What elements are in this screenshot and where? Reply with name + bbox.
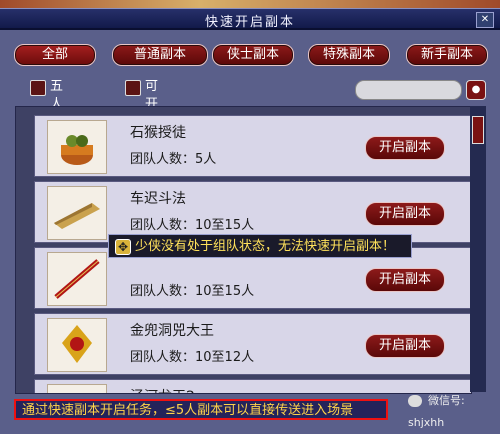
decorative-top-strip: [0, 0, 500, 8]
list-item: 泾河龙王2: [34, 379, 471, 393]
tab-normal[interactable]: 普通副本: [112, 44, 208, 66]
open-dungeon-button[interactable]: 开启副本: [365, 202, 445, 226]
dungeon-name: 泾河龙王2: [130, 386, 195, 393]
tab-special[interactable]: 特殊副本: [308, 44, 390, 66]
dungeon-tabs: 全部 普通副本 侠士副本 特殊副本 新手副本: [0, 44, 500, 68]
footer-hint: 通过快速副本开启任务，≤5人副本可以直接传送进入场景: [14, 399, 388, 420]
open-dungeon-button[interactable]: 开启副本: [365, 268, 445, 292]
window-titlebar: 快速开启副本 ✕: [0, 8, 500, 30]
watermark: 微信号: shjxhh: [408, 390, 496, 429]
list-item: 金兜洞兕大王 团队人数：10至12人 开启副本: [34, 313, 471, 375]
list-item: 石猴授徒 团队人数：5人 开启副本: [34, 115, 471, 177]
openable-checkbox[interactable]: [125, 80, 141, 96]
list-scrollbar[interactable]: [470, 106, 486, 392]
box-icon: [47, 384, 107, 393]
dungeon-name: 石猴授徒: [130, 125, 186, 141]
search-icon[interactable]: ●: [466, 80, 486, 100]
tab-hero[interactable]: 侠士副本: [212, 44, 294, 66]
tab-newbie[interactable]: 新手副本: [406, 44, 488, 66]
scrollbar-thumb[interactable]: [472, 116, 484, 144]
staff-icon: [47, 252, 107, 306]
team-size: 团队人数：10至12人: [130, 350, 255, 365]
wechat-icon: [408, 395, 422, 407]
window-title: 快速开启副本: [204, 15, 295, 30]
scroll-icon: [47, 186, 107, 240]
team-size: 团队人数：5人: [130, 152, 217, 167]
team-size: 团队人数：10至15人: [130, 218, 255, 233]
move-icon: ✥: [115, 239, 131, 255]
close-icon[interactable]: ✕: [476, 12, 494, 28]
amulet-icon: [47, 318, 107, 372]
open-dungeon-button[interactable]: 开启副本: [365, 136, 445, 160]
basket-icon: [47, 120, 107, 174]
tooltip-text: 少侠没有处于组队状态，无法快速开启副本！: [135, 239, 396, 254]
status-tooltip: ✥ 少侠没有处于组队状态，无法快速开启副本！: [108, 234, 412, 258]
tab-all[interactable]: 全部: [14, 44, 96, 66]
dungeon-name: 金兜洞兕大王: [130, 323, 214, 339]
dungeon-name: 车迟斗法: [130, 191, 186, 207]
team-size: 团队人数：10至15人: [130, 284, 255, 299]
open-dungeon-button[interactable]: 开启副本: [365, 334, 445, 358]
five-person-checkbox[interactable]: [30, 80, 46, 96]
footer-text: 通过快速副本开启任务，≤5人副本可以直接传送进入场景: [22, 403, 354, 418]
search-input[interactable]: [355, 80, 462, 100]
